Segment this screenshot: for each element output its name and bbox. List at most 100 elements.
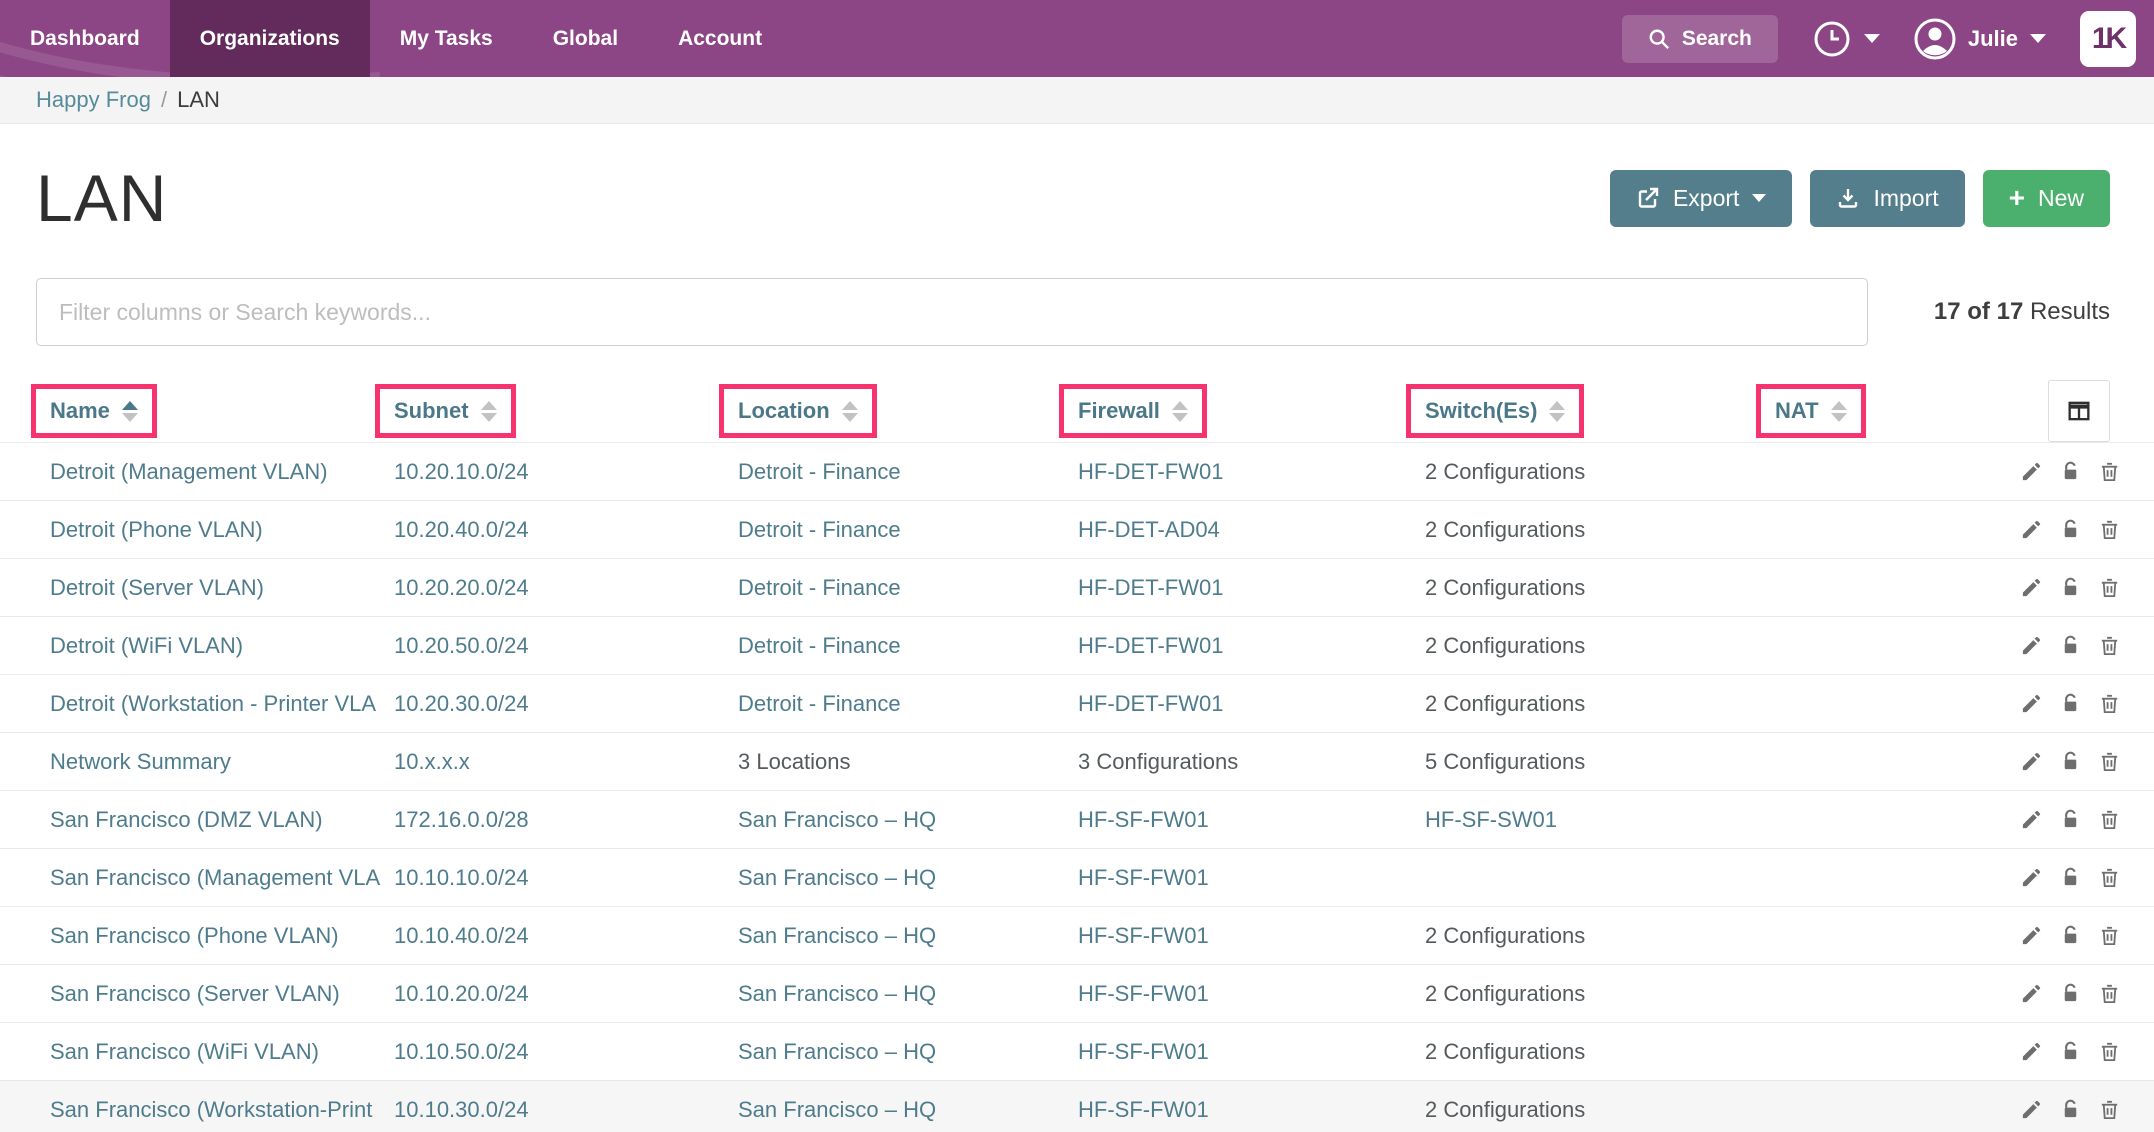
cell-subnet[interactable]: 10.10.30.0/24 (394, 1097, 738, 1123)
nav-item-organizations[interactable]: Organizations (169, 0, 370, 77)
breadcrumb-org-link[interactable]: Happy Frog (36, 87, 151, 113)
delete-icon[interactable] (2098, 1098, 2121, 1121)
edit-icon[interactable] (2020, 634, 2043, 657)
table-row[interactable]: Detroit (Management VLAN) 10.20.10.0/24 … (0, 443, 2154, 501)
cell-firewall[interactable]: HF-DET-AD04 (1078, 517, 1425, 543)
delete-icon[interactable] (2098, 1040, 2121, 1063)
table-row[interactable]: Detroit (Server VLAN) 10.20.20.0/24 Detr… (0, 559, 2154, 617)
filter-search-input[interactable] (36, 278, 1868, 346)
table-row[interactable]: Network Summary 10.x.x.x 3 Locations 3 C… (0, 733, 2154, 791)
table-row[interactable]: Detroit (Workstation - Printer VLA 10.20… (0, 675, 2154, 733)
cell-firewall[interactable]: HF-DET-FW01 (1078, 691, 1425, 717)
cell-name[interactable]: San Francisco (Management VLA (50, 865, 394, 891)
table-row[interactable]: San Francisco (Phone VLAN) 10.10.40.0/24… (0, 907, 2154, 965)
cell-switches[interactable]: 2 Configurations (1425, 691, 1775, 717)
unlock-icon[interactable] (2059, 750, 2082, 773)
edit-icon[interactable] (2020, 460, 2043, 483)
edit-icon[interactable] (2020, 1040, 2043, 1063)
cell-subnet[interactable]: 10.20.30.0/24 (394, 691, 738, 717)
edit-icon[interactable] (2020, 808, 2043, 831)
global-search-button[interactable]: Search (1621, 14, 1778, 63)
cell-firewall[interactable]: HF-SF-FW01 (1078, 981, 1425, 1007)
cell-location[interactable]: San Francisco – HQ (738, 981, 1078, 1007)
cell-subnet[interactable]: 10.20.20.0/24 (394, 575, 738, 601)
cell-subnet[interactable]: 10.20.40.0/24 (394, 517, 738, 543)
table-row[interactable]: Detroit (WiFi VLAN) 10.20.50.0/24 Detroi… (0, 617, 2154, 675)
cell-switches[interactable]: 2 Configurations (1425, 923, 1775, 949)
cell-location[interactable]: Detroit - Finance (738, 575, 1078, 601)
cell-subnet[interactable]: 10.20.50.0/24 (394, 633, 738, 659)
column-settings-button[interactable] (2048, 380, 2110, 442)
table-row[interactable]: San Francisco (DMZ VLAN) 172.16.0.0/28 S… (0, 791, 2154, 849)
import-button[interactable]: Import (1810, 169, 1965, 227)
cell-firewall[interactable]: 3 Configurations (1078, 749, 1425, 775)
edit-icon[interactable] (2020, 982, 2043, 1005)
nav-item-dashboard[interactable]: Dashboard (0, 0, 170, 77)
export-button[interactable]: Export (1609, 169, 1793, 227)
cell-switches[interactable]: 2 Configurations (1425, 981, 1775, 1007)
table-row[interactable]: San Francisco (Server VLAN) 10.10.20.0/2… (0, 965, 2154, 1023)
cell-location[interactable]: 3 Locations (738, 749, 1078, 775)
delete-icon[interactable] (2098, 634, 2121, 657)
cell-name[interactable]: Detroit (Management VLAN) (50, 459, 394, 485)
user-menu[interactable]: Julie (1914, 18, 2046, 60)
nav-item-my-tasks[interactable]: My Tasks (370, 0, 523, 77)
cell-switches[interactable]: 5 Configurations (1425, 749, 1775, 775)
delete-icon[interactable] (2098, 924, 2121, 947)
delete-icon[interactable] (2098, 750, 2121, 773)
unlock-icon[interactable] (2059, 518, 2082, 541)
new-button[interactable]: + New (1982, 169, 2110, 227)
cell-switches[interactable]: HF-SF-SW01 (1425, 807, 1775, 833)
cell-switches[interactable]: 2 Configurations (1425, 633, 1775, 659)
delete-icon[interactable] (2098, 692, 2121, 715)
edit-icon[interactable] (2020, 924, 2043, 947)
table-row[interactable]: Detroit (Phone VLAN) 10.20.40.0/24 Detro… (0, 501, 2154, 559)
cell-subnet[interactable]: 10.x.x.x (394, 749, 738, 775)
cell-name[interactable]: Detroit (Server VLAN) (50, 575, 394, 601)
delete-icon[interactable] (2098, 518, 2121, 541)
column-header-firewall[interactable]: Firewall (1059, 384, 1207, 438)
unlock-icon[interactable] (2059, 692, 2082, 715)
cell-subnet[interactable]: 10.10.10.0/24 (394, 865, 738, 891)
cell-location[interactable]: San Francisco – HQ (738, 1039, 1078, 1065)
delete-icon[interactable] (2098, 982, 2121, 1005)
edit-icon[interactable] (2020, 692, 2043, 715)
unlock-icon[interactable] (2059, 982, 2082, 1005)
unlock-icon[interactable] (2059, 1040, 2082, 1063)
recent-items-menu[interactable] (1812, 19, 1880, 59)
cell-name[interactable]: San Francisco (Workstation-Print (50, 1097, 394, 1123)
cell-subnet[interactable]: 10.20.10.0/24 (394, 459, 738, 485)
cell-name[interactable]: Detroit (Phone VLAN) (50, 517, 394, 543)
cell-location[interactable]: San Francisco – HQ (738, 923, 1078, 949)
unlock-icon[interactable] (2059, 634, 2082, 657)
cell-firewall[interactable]: HF-SF-FW01 (1078, 1039, 1425, 1065)
cell-firewall[interactable]: HF-SF-FW01 (1078, 1097, 1425, 1123)
column-header-nat[interactable]: NAT (1756, 384, 1866, 438)
edit-icon[interactable] (2020, 750, 2043, 773)
cell-firewall[interactable]: HF-SF-FW01 (1078, 923, 1425, 949)
cell-name[interactable]: Detroit (WiFi VLAN) (50, 633, 394, 659)
column-header-subnet[interactable]: Subnet (375, 384, 516, 438)
edit-icon[interactable] (2020, 518, 2043, 541)
cell-location[interactable]: Detroit - Finance (738, 633, 1078, 659)
cell-location[interactable]: San Francisco – HQ (738, 865, 1078, 891)
cell-subnet[interactable]: 10.10.50.0/24 (394, 1039, 738, 1065)
cell-subnet[interactable]: 10.10.40.0/24 (394, 923, 738, 949)
edit-icon[interactable] (2020, 576, 2043, 599)
column-header-switches[interactable]: Switch(Es) (1406, 384, 1585, 438)
unlock-icon[interactable] (2059, 808, 2082, 831)
cell-subnet[interactable]: 172.16.0.0/28 (394, 807, 738, 833)
cell-location[interactable]: San Francisco – HQ (738, 807, 1078, 833)
cell-switches[interactable]: 2 Configurations (1425, 575, 1775, 601)
cell-switches[interactable]: 2 Configurations (1425, 1097, 1775, 1123)
cell-switches[interactable]: 2 Configurations (1425, 517, 1775, 543)
unlock-icon[interactable] (2059, 866, 2082, 889)
unlock-icon[interactable] (2059, 1098, 2082, 1121)
cell-switches[interactable]: 2 Configurations (1425, 459, 1775, 485)
cell-firewall[interactable]: HF-SF-FW01 (1078, 807, 1425, 833)
delete-icon[interactable] (2098, 808, 2121, 831)
cell-name[interactable]: San Francisco (WiFi VLAN) (50, 1039, 394, 1065)
cell-firewall[interactable]: HF-DET-FW01 (1078, 459, 1425, 485)
delete-icon[interactable] (2098, 866, 2121, 889)
unlock-icon[interactable] (2059, 460, 2082, 483)
